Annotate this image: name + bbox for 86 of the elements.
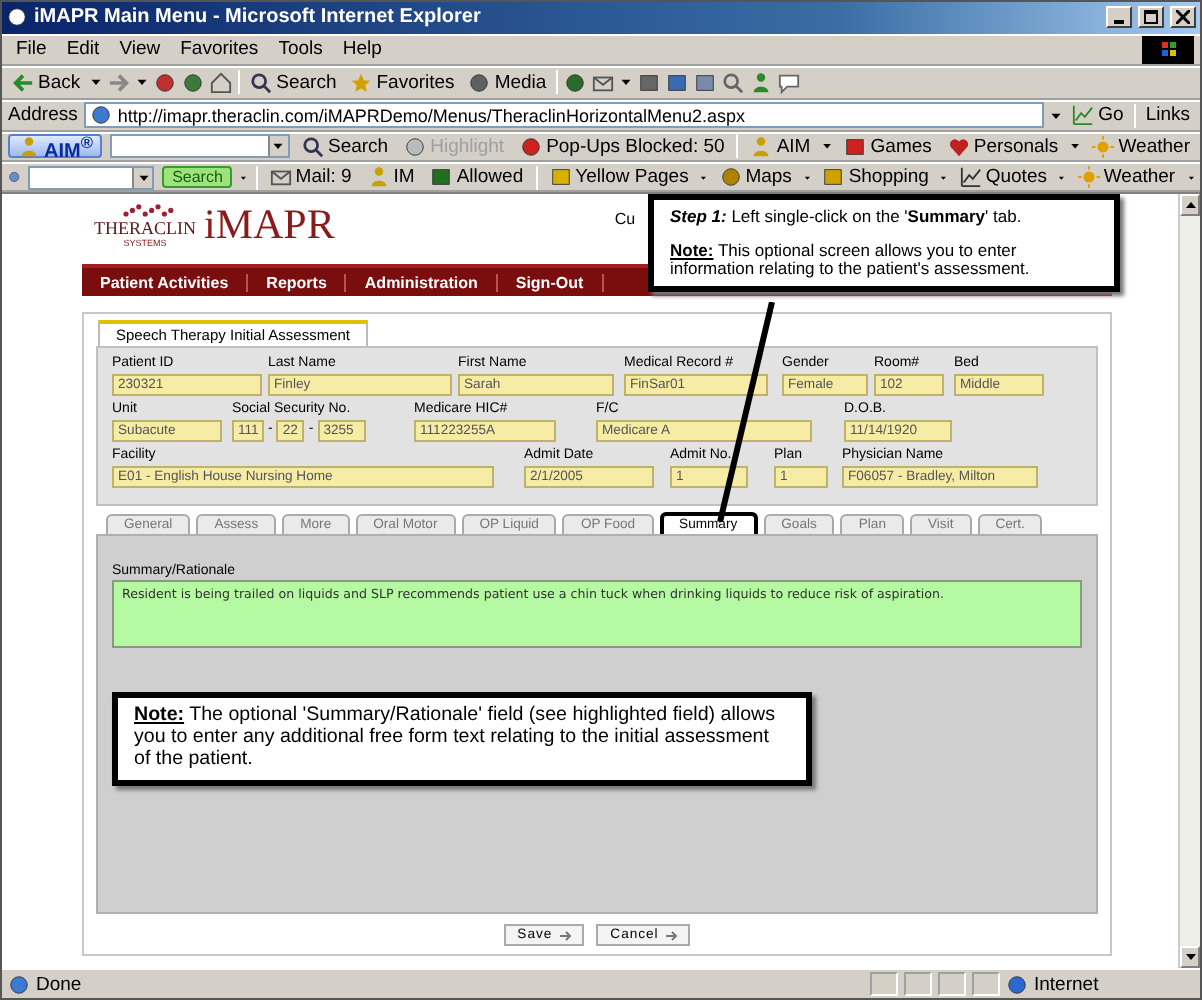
aim-button[interactable]: AIM [746, 135, 815, 158]
favorites-icon [350, 71, 373, 94]
aim-menu-button[interactable]: AIM$^{®}$ [8, 134, 103, 159]
menu-item[interactable]: Favorites [172, 38, 267, 61]
callout-text: Note: The optional 'Summary/Rationale' field (see highlighted field) allows you to enter any additional free form text relating to the initial assessment of the patient. [134, 706, 777, 772]
go-button[interactable]: Go [1068, 104, 1128, 127]
caret-icon[interactable] [1070, 140, 1081, 153]
mail-icon[interactable] [592, 71, 615, 94]
aim-search-field[interactable] [110, 134, 290, 159]
caret-icon [272, 140, 285, 153]
logo-brand: THERACLIN [94, 220, 196, 239]
web-search-button[interactable]: Search [162, 166, 233, 189]
status-panel [904, 972, 932, 997]
scroll-down-button[interactable] [1180, 946, 1200, 969]
sun-icon [1092, 135, 1115, 158]
mail-icon [269, 166, 292, 189]
search-button[interactable]: Search [297, 135, 393, 158]
arrow-icon [666, 929, 681, 942]
weather-button[interactable]: Weather [1088, 135, 1194, 158]
links-button[interactable]: Links [1141, 104, 1194, 127]
caret-icon[interactable] [822, 140, 833, 153]
header-text: Cu [614, 210, 636, 229]
minimize-button[interactable] [1106, 6, 1132, 29]
sun-icon [1077, 166, 1100, 189]
chart-icon [959, 166, 982, 189]
research-icon[interactable] [722, 71, 745, 94]
menu-item[interactable]: Help [334, 38, 390, 61]
person-icon [367, 166, 390, 189]
address-label: Address [8, 104, 78, 127]
search-icon [301, 135, 324, 158]
search-button[interactable]: Search [246, 71, 341, 94]
window-title: iMAPR Main Menu - Microsoft Internet Explorer [34, 6, 483, 29]
messenger-icon[interactable] [750, 71, 773, 94]
directory-button[interactable]: Yellow Pages [545, 166, 693, 189]
caret-icon[interactable] [1050, 109, 1063, 122]
caret-icon[interactable] [620, 76, 633, 89]
search-icon [250, 71, 273, 94]
back-arrow-icon [12, 71, 34, 94]
im-button[interactable]: IM [363, 166, 419, 189]
web-search-field[interactable] [28, 165, 155, 190]
arrow-icon [560, 929, 575, 942]
mail-button[interactable]: Mail: 9 [265, 166, 356, 189]
menu-item[interactable]: View [111, 38, 169, 61]
person-icon [750, 135, 773, 158]
scroll-up-button[interactable] [1180, 194, 1200, 217]
status-text: Done [36, 973, 84, 996]
shopping-button[interactable]: Shopping [818, 166, 933, 189]
favorites-button[interactable]: Favorites [346, 71, 459, 94]
games-button[interactable]: Games [840, 135, 936, 158]
back-button[interactable]: Back [8, 71, 85, 94]
popup-blocker-button[interactable]: Pop-Ups Blocked: 50 [516, 135, 729, 158]
home-icon[interactable] [210, 71, 233, 94]
nav-link[interactable]: Patient Activities [82, 273, 249, 292]
address-field[interactable]: http://imapr.theraclin.com/iMAPRDemo/Menus/TheraclinHorizontalMenu2.aspx [83, 102, 1045, 129]
maximize-button[interactable] [1138, 6, 1164, 29]
personals-button[interactable]: Personals [943, 135, 1063, 158]
allowed-button[interactable]: Allowed [426, 166, 528, 189]
caret-icon[interactable] [90, 76, 103, 89]
stop-icon[interactable] [154, 71, 177, 94]
product-logo: iMAPR [204, 202, 335, 247]
caret-icon[interactable] [136, 76, 149, 89]
status-panel [972, 972, 1000, 997]
caret-icon [137, 171, 150, 184]
close-icon [1176, 10, 1190, 25]
person-icon [18, 135, 40, 158]
maps-button[interactable]: Maps [715, 166, 796, 189]
nav-link[interactable]: Administration [346, 273, 498, 292]
callout-text: Step 1: Left single-click on the 'Summary' tab. [670, 208, 1024, 228]
quotes-button[interactable]: Quotes [955, 166, 1051, 189]
chat-bubble-icon[interactable] [778, 71, 801, 94]
maximize-icon [1144, 10, 1158, 25]
menu-item[interactable]: File [8, 38, 55, 61]
callout-text: Note: This optional screen allows you to enter information relating to the patient's assessment. [670, 241, 1032, 279]
media-button[interactable]: Media [464, 71, 551, 94]
down-arrow-icon [1185, 954, 1195, 961]
menu-item[interactable]: Edit [58, 38, 108, 61]
nav-link[interactable]: Sign-Out [497, 273, 604, 292]
up-arrow-icon [1185, 202, 1195, 209]
status-panel [938, 972, 966, 997]
nav-link[interactable]: Reports [248, 273, 347, 292]
zone-text: Internet [1034, 973, 1101, 996]
weather-button[interactable]: Weather [1073, 166, 1180, 189]
close-button[interactable] [1170, 6, 1196, 29]
menu-item[interactable]: Tools [270, 38, 331, 61]
status-panel [870, 972, 898, 997]
heart-icon [947, 135, 970, 158]
